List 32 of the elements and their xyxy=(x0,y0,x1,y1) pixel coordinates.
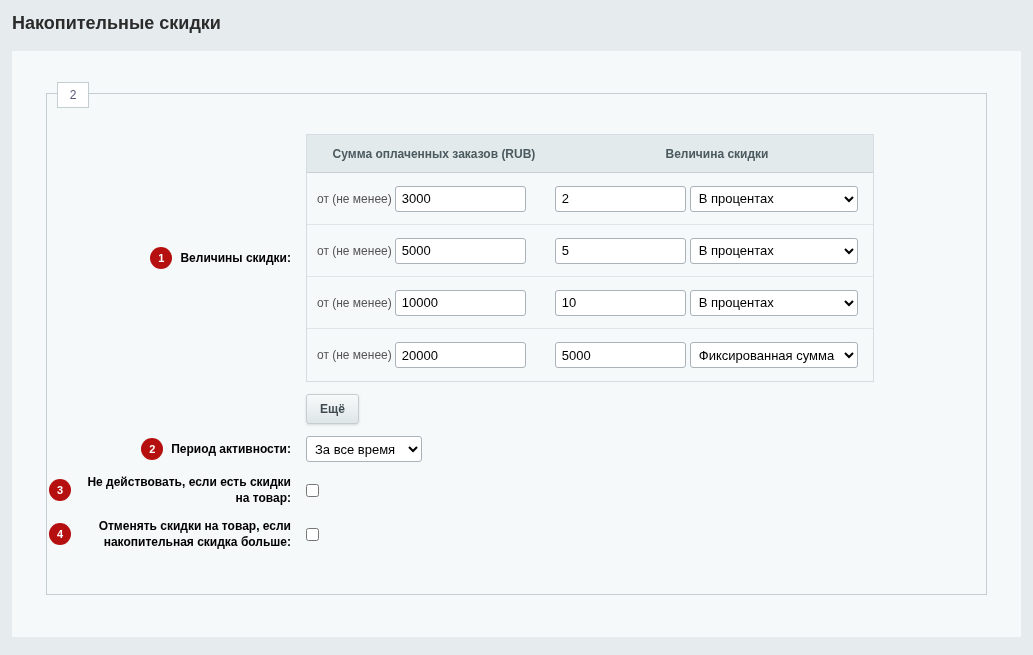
row-prefix: от (не менее) xyxy=(317,242,392,260)
dropdown[interactable]: Фиксированная сумма xyxy=(689,342,858,368)
dropdown[interactable]: За все время xyxy=(306,436,422,462)
dropdown[interactable]: В процентах xyxy=(689,237,858,264)
row-prefix: от (не менее) xyxy=(317,190,392,208)
input-field[interactable]: 5 xyxy=(554,237,686,264)
input-field[interactable]: 20000 xyxy=(394,342,526,368)
row-prefix: от (не менее) xyxy=(317,294,392,312)
field-label: Отменять скидки на товар, если накопительная скидка больше: xyxy=(97,518,291,550)
checkbox[interactable] xyxy=(306,527,319,541)
field-label: Величины скидки: xyxy=(180,250,291,267)
page-title: Накопительные скидки xyxy=(12,12,222,35)
input-field[interactable]: 5000 xyxy=(394,237,526,264)
column-header: Сумма оплаченных заказов (RUB) xyxy=(331,145,537,163)
input-field[interactable]: 5000 xyxy=(554,342,686,368)
fieldset-legend: 2 xyxy=(57,82,89,108)
number-badge: 2 xyxy=(141,438,164,460)
field-label: Период активности: xyxy=(171,441,291,458)
field-label: Не действовать, если есть скидки на товар: xyxy=(86,474,291,506)
more-button[interactable]: Ещё xyxy=(306,394,359,424)
dropdown[interactable]: В процентах xyxy=(689,289,858,316)
input-field[interactable]: 10 xyxy=(554,289,686,316)
input-field[interactable]: 2 xyxy=(554,185,686,212)
input-field[interactable]: 3000 xyxy=(394,185,526,212)
row-prefix: от (не менее) xyxy=(317,347,392,364)
number-badge: 1 xyxy=(150,247,173,269)
number-badge: 4 xyxy=(49,523,71,545)
checkbox[interactable] xyxy=(306,483,319,497)
input-field[interactable]: 10000 xyxy=(394,289,526,316)
column-header: Величина скидки xyxy=(664,145,770,163)
dropdown[interactable]: В процентах xyxy=(689,185,858,212)
number-badge: 3 xyxy=(49,479,71,501)
